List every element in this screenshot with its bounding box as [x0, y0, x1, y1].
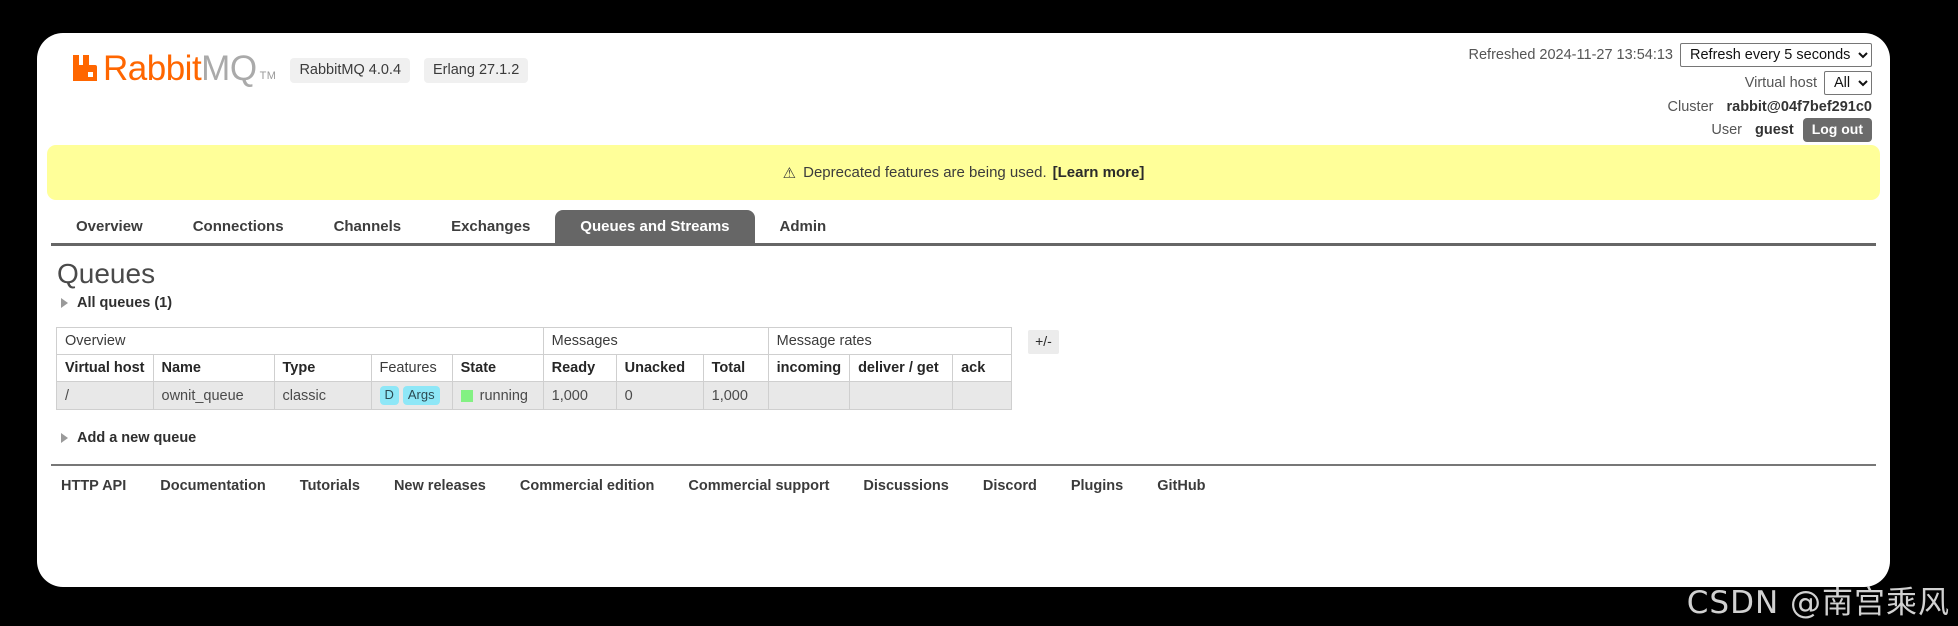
deprecation-banner: ⚠ Deprecated features are being used. [L…	[47, 145, 1880, 200]
column-header-features: Features	[370, 354, 453, 382]
wordmark-mq: MQ	[201, 49, 257, 88]
column-header-ready[interactable]: Ready	[542, 354, 617, 382]
warning-triangle-icon: ⚠	[782, 164, 797, 182]
virtual-host-select[interactable]: All	[1824, 71, 1872, 95]
tab-exchanges[interactable]: Exchanges	[426, 210, 555, 243]
rabbitmq-wordmark: RabbitMQ	[103, 51, 257, 87]
rabbitmq-logo-icon	[70, 53, 100, 83]
footer-link-commercial-edition[interactable]: Commercial edition	[520, 478, 655, 494]
refresh-interval-select[interactable]: Refresh every 5 seconds	[1680, 43, 1872, 67]
refreshed-timestamp: Refreshed 2024-11-27 13:54:13	[1468, 47, 1674, 63]
chevron-right-icon	[61, 433, 68, 443]
server-version-badge: RabbitMQ 4.0.4	[290, 58, 411, 83]
refresh-row: Refreshed 2024-11-27 13:54:13 Refresh ev…	[1468, 43, 1872, 67]
cell-queue-name[interactable]: ownit_queue	[152, 381, 275, 410]
footer-link-http-api[interactable]: HTTP API	[61, 478, 126, 494]
column-header-unacked[interactable]: Unacked	[615, 354, 704, 382]
cluster-row: Cluster rabbit@04f7bef291c0	[1469, 99, 1872, 115]
wordmark-rabbit: Rabbit	[103, 49, 202, 88]
feature-badge-durable: D	[379, 386, 399, 405]
footer-link-discussions[interactable]: Discussions	[863, 478, 948, 494]
all-queues-toggle[interactable]: All queues (1)	[61, 295, 1876, 311]
page-title: Queues	[57, 258, 156, 289]
add-new-queue-toggle[interactable]: Add a new queue	[61, 430, 1876, 446]
all-queues-label: All queues (1)	[77, 295, 173, 311]
cell-incoming	[767, 381, 851, 410]
tab-queues-and-streams[interactable]: Queues and Streams	[555, 210, 755, 243]
vhost-label: Virtual host	[1744, 75, 1817, 91]
column-header-deliver-get[interactable]: deliver / get	[849, 354, 954, 382]
footer-link-new-releases[interactable]: New releases	[394, 478, 486, 494]
footer-link-documentation[interactable]: Documentation	[160, 478, 266, 494]
banner-message: Deprecated features are being used.	[803, 164, 1047, 181]
footer-link-discord[interactable]: Discord	[983, 478, 1037, 494]
group-header-overview: Overview	[56, 327, 544, 355]
cell-unacked: 0	[615, 381, 704, 410]
user-label: User	[1711, 122, 1743, 138]
group-header-message-rates: Message rates	[767, 327, 1013, 355]
header-controls: Refreshed 2024-11-27 13:54:13 Refresh ev…	[1468, 43, 1872, 145]
user-name: guest	[1755, 122, 1794, 138]
toggle-columns-button[interactable]: +/-	[1028, 330, 1059, 354]
tab-admin[interactable]: Admin	[755, 210, 852, 243]
column-header-ack[interactable]: ack	[952, 354, 1013, 382]
log-out-button[interactable]: Log out	[1802, 118, 1872, 142]
column-header-incoming[interactable]: incoming	[767, 354, 851, 382]
column-header-type[interactable]: Type	[273, 354, 372, 382]
management-page-card: RabbitMQ TM RabbitMQ 4.0.4 Erlang 27.1.2…	[37, 33, 1890, 587]
learn-more-link[interactable]: [Learn more]	[1053, 164, 1145, 181]
vhost-row: Virtual host All	[1469, 71, 1872, 95]
column-header-total[interactable]: Total	[702, 354, 769, 382]
group-header-messages: Messages	[542, 327, 769, 355]
rabbitmq-logo[interactable]: RabbitMQ TM RabbitMQ 4.0.4 Erlang 27.1.2	[70, 51, 529, 87]
table-group-header-row: Overview Messages Message rates	[56, 327, 1013, 355]
cell-type: classic	[273, 381, 372, 410]
footer-link-github[interactable]: GitHub	[1157, 478, 1205, 494]
state-label: running	[479, 387, 528, 404]
feature-badge-args: Args	[402, 386, 440, 405]
table-row[interactable]: / ownit_queue classic D Args running 1,0…	[56, 381, 1013, 410]
footer-link-commercial-support[interactable]: Commercial support	[688, 478, 829, 494]
cell-virtual-host: /	[56, 381, 154, 410]
tab-overview[interactable]: Overview	[51, 210, 168, 243]
main-content: Queues All queues (1) Overview Messages …	[51, 245, 1876, 494]
cell-state: running	[451, 381, 544, 410]
queues-table-container: Overview Messages Message rates Virtual …	[56, 327, 1876, 410]
cell-features: D Args	[370, 381, 453, 410]
cluster-name: rabbit@04f7bef291c0	[1726, 99, 1872, 115]
cell-ready: 1,000	[542, 381, 617, 410]
footer-link-plugins[interactable]: Plugins	[1071, 478, 1123, 494]
column-header-state[interactable]: State	[451, 354, 544, 382]
cell-ack	[952, 381, 1013, 410]
table-column-header-row: Virtual host Name Type Features State Re…	[56, 354, 1013, 382]
tab-connections[interactable]: Connections	[168, 210, 309, 243]
trademark-symbol: TM	[259, 70, 277, 82]
tab-channels[interactable]: Channels	[309, 210, 427, 243]
state-indicator-icon	[460, 389, 473, 402]
column-header-name[interactable]: Name	[152, 354, 275, 382]
add-new-queue-label: Add a new queue	[77, 430, 197, 446]
main-navigation-tabs: Overview Connections Channels Exchanges …	[51, 209, 1876, 246]
footer-links: HTTP API Documentation Tutorials New rel…	[51, 464, 1876, 494]
cell-deliver-get	[849, 381, 954, 410]
footer-link-tutorials[interactable]: Tutorials	[300, 478, 360, 494]
cell-total: 1,000	[702, 381, 769, 410]
chevron-right-icon	[61, 298, 68, 308]
user-row: User guest Log out	[1469, 118, 1872, 142]
page-header: RabbitMQ TM RabbitMQ 4.0.4 Erlang 27.1.2…	[37, 33, 1890, 145]
erlang-version-badge: Erlang 27.1.2	[424, 58, 529, 83]
cluster-label: Cluster	[1667, 99, 1714, 115]
queues-table: Overview Messages Message rates Virtual …	[56, 327, 1013, 410]
column-header-virtual-host[interactable]: Virtual host	[56, 354, 154, 382]
